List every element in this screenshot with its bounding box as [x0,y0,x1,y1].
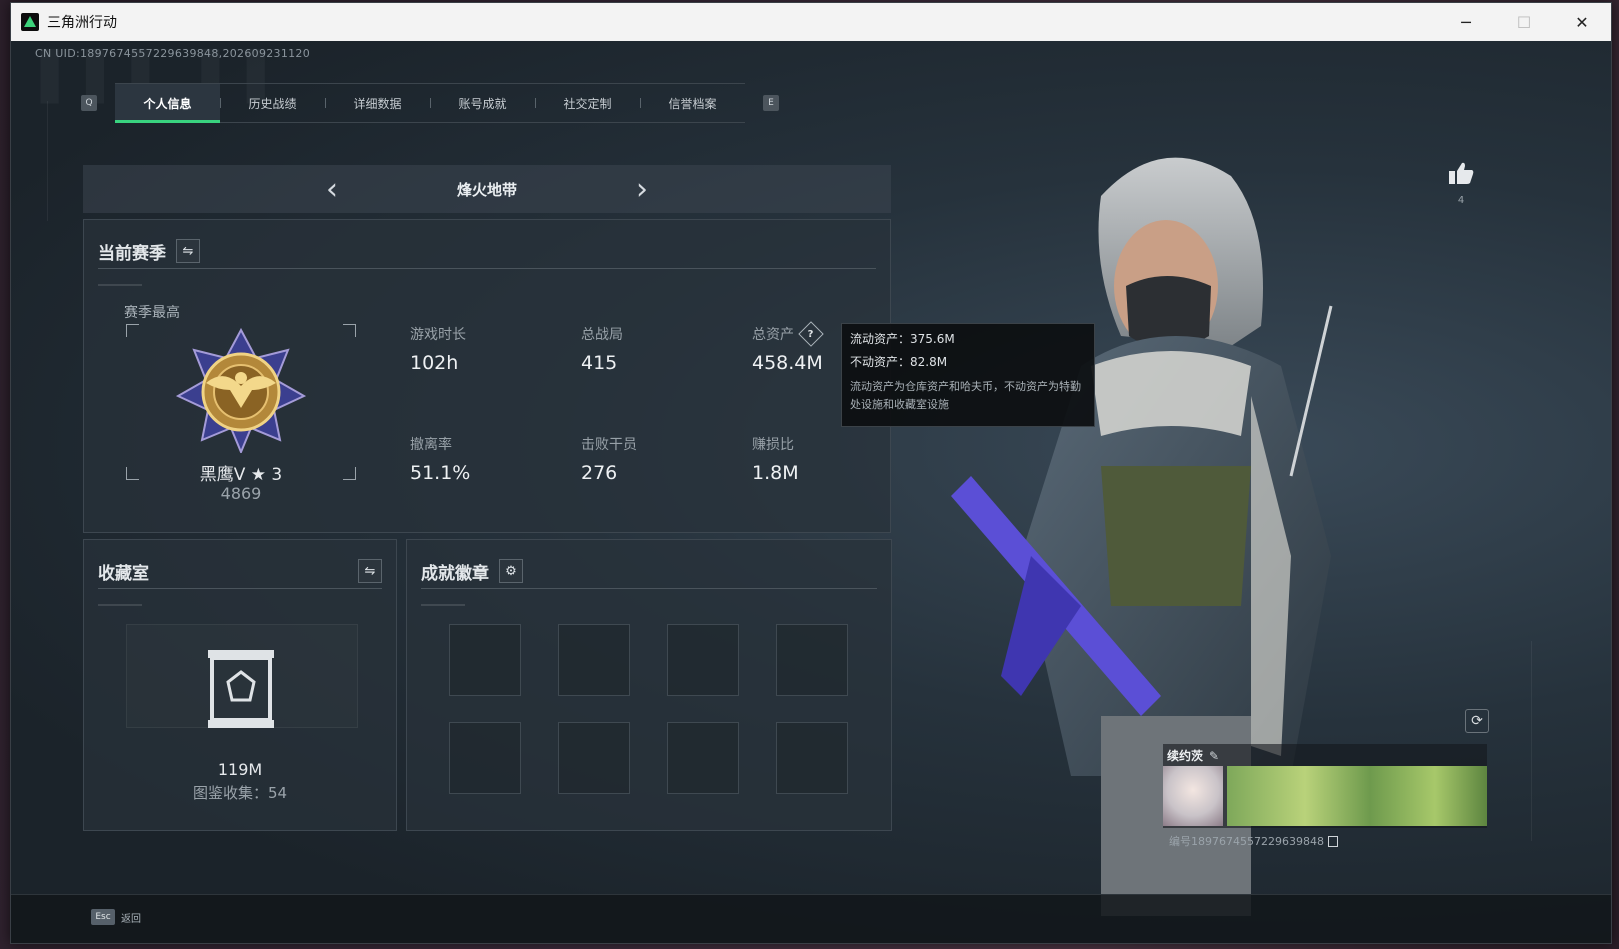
bottom-bar: Esc 返回 [11,894,1611,943]
achievements-title: 成就徽章 [421,563,489,584]
chevron-right-icon[interactable]: › [627,172,657,207]
tab-match-history[interactable]: 历史战绩 [220,84,325,122]
window-controls: ─ ☐ ✕ [1437,3,1611,41]
help-icon[interactable]: ? [798,321,824,347]
collection-panel[interactable]: 收藏室 ⇋ 119M 图鉴收集：54 [83,539,397,831]
badge-slot[interactable] [667,624,739,696]
swap-icon[interactable]: ⇋ [358,559,382,583]
tooltip-fixed-assets: 不动资产：82.8M [850,355,948,369]
badge-slot[interactable] [558,624,630,696]
badge-slot[interactable] [776,624,848,696]
avatar[interactable] [1163,766,1223,826]
collection-title: 收藏室 [98,563,149,584]
collection-count: 图鉴收集：54 [192,784,288,802]
minimize-icon[interactable]: ─ [1437,3,1495,41]
stat-total-matches: 总战局 415 [581,327,623,374]
swap-icon[interactable]: ⇋ [176,239,200,263]
like-count: 4 [1457,195,1465,206]
tab-bar: Q 个人信息 历史战绩 详细数据 账号成就 社交定制 信誉档案 E [81,83,779,123]
season-best-label: 赛季最高 [124,305,180,321]
badge-slot[interactable] [449,722,521,794]
collection-header: 收藏室 ⇋ [98,554,382,589]
tab-credit-record[interactable]: 信誉档案 [640,84,745,122]
season-title: 当前赛季 [98,243,166,264]
rank-name: 黑鹰V ★ 3 [199,465,283,485]
namecard-banner [1227,766,1487,826]
collection-value: 119M [217,760,263,779]
thumbs-up-icon [1449,162,1474,184]
tab-detailed-data[interactable]: 详细数据 [325,84,430,122]
mode-selector: ‹ 烽火地带 › [83,165,891,213]
prev-tab-key[interactable]: Q [81,95,97,111]
next-tab-key[interactable]: E [763,95,779,111]
achievements-header: 成就徽章 ⚙ [421,554,877,589]
mode-title: 烽火地带 [456,180,517,199]
badge-slot[interactable] [449,624,521,696]
rank-badge-icon [176,328,306,453]
stat-operators-killed: 击败干员 276 [581,437,637,484]
chevron-left-icon[interactable]: ‹ [317,172,347,207]
close-icon[interactable]: ✕ [1553,3,1611,41]
badge-slot[interactable] [776,722,848,794]
stat-total-assets-label: 总资产 [752,327,794,343]
rank-frame [126,324,356,480]
tab-personal-info[interactable]: 个人信息 [115,84,220,123]
achievements-panel: 成就徽章 ⚙ [406,539,892,831]
hud-decoration [47,101,48,221]
like-button[interactable]: 4 [1441,161,1481,206]
title-bar: 三角洲行动 ─ ☐ ✕ [11,3,1611,41]
deco-line [98,604,142,606]
gear-icon[interactable]: ⚙ [499,559,523,583]
back-label[interactable]: 返回 [121,910,141,925]
tab-social-custom[interactable]: 社交定制 [535,84,640,122]
app-logo-icon [21,13,39,31]
rotate-icon[interactable]: ⟳ [1465,709,1489,733]
uid-line: CN UID:1897674557229639848,202609231120 [35,47,311,60]
window-title: 三角洲行动 [47,15,117,31]
tooltip-description: 流动资产为仓库资产和哈夫币，不动资产为特勤处设施和收藏室设施 [850,380,1081,411]
edit-icon[interactable]: ✎ [1209,749,1219,763]
player-id: 编号1897674557229639848 [1169,835,1324,848]
maximize-icon[interactable]: ☐ [1495,3,1553,41]
season-header: 当前赛季 ⇋ [98,234,876,269]
esc-key[interactable]: Esc [91,909,115,925]
badge-slot[interactable] [667,722,739,794]
hud-decoration [1531,641,1532,841]
tabs: 个人信息 历史战绩 详细数据 账号成就 社交定制 信誉档案 [115,83,745,123]
stat-playtime: 游戏时长 102h [410,327,466,374]
stat-profit-ratio: 赚损比 1.8M [752,437,799,484]
assets-tooltip: 流动资产：375.6M 不动资产：82.8M 流动资产为仓库资产和哈夫币，不动资… [841,323,1095,427]
tab-account-achievements[interactable]: 账号成就 [430,84,535,122]
season-panel: 当前赛季 ⇋ 赛季最高 黑鹰V ★ 3 4869 游戏时长 102h 总战局 4… [83,219,891,533]
player-name: 续约茨 [1167,749,1204,763]
game-window: 三角洲行动 ─ ☐ ✕ ▌▌▌ ▌▌ CN UID:18976745572296… [10,2,1612,944]
copy-icon[interactable] [1327,835,1338,847]
tooltip-liquid-assets: 流动资产：375.6M [850,332,955,346]
player-namecard[interactable]: 续约茨 ✎ [1163,744,1487,828]
deco-line [421,604,465,606]
stat-extraction-rate: 撤离率 51.1% [410,437,471,484]
rank-score: 4869 [220,484,262,503]
profile-screen: ▌▌▌ ▌▌ CN UID:1897674557229639848,202609… [11,41,1611,943]
badge-slot[interactable] [558,722,630,794]
display-case-icon [208,650,274,728]
deco-line [98,284,142,286]
player-id-row: 编号1897674557229639848 [1169,833,1338,849]
